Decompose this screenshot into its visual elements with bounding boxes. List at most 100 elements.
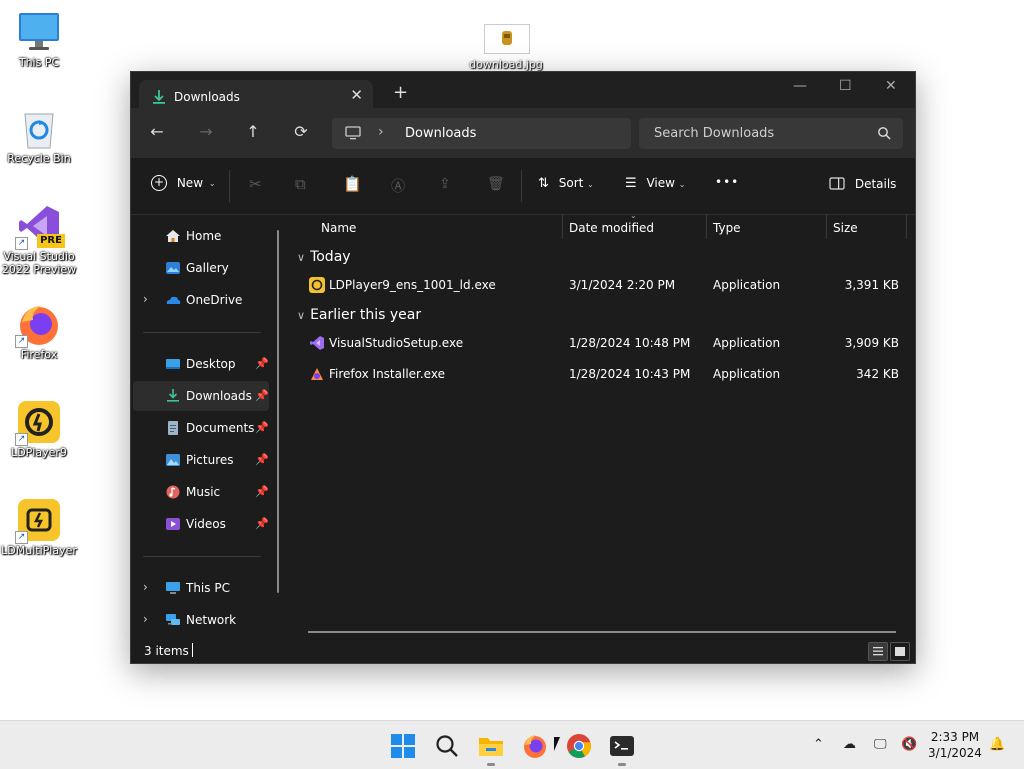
desktop-icon-firefox[interactable]: ↗ Firefox <box>1 302 77 361</box>
column-divider[interactable] <box>562 214 563 239</box>
chevron-right-icon[interactable]: › <box>143 292 148 306</box>
status-separator <box>192 643 193 657</box>
minimize-button[interactable]: — <box>793 78 807 94</box>
running-indicator <box>618 763 626 766</box>
details-view-button[interactable] <box>868 642 888 661</box>
notifications-bell-icon[interactable]: 🔔 <box>989 737 1005 752</box>
forward-button[interactable]: → <box>195 122 217 141</box>
system-clock[interactable]: 2:33 PM 3/1/2024 <box>925 729 985 761</box>
file-size: 3,391 KB <box>844 278 899 292</box>
sidebar-item-music[interactable]: Music 📌 <box>131 477 289 507</box>
new-button[interactable]: + New ⌄ <box>151 175 216 191</box>
desktop-icon-ldmultiplayer[interactable]: ↗ LDMultiPlayer <box>1 498 77 557</box>
column-divider[interactable] <box>706 214 707 239</box>
item-count: 3 items <box>144 644 189 658</box>
chrome-taskbar-button[interactable] <box>566 733 592 759</box>
shortcut-arrow-icon: ↗ <box>15 335 28 348</box>
column-header-date-modified[interactable]: Date modified <box>569 221 654 235</box>
file-explorer-taskbar-button[interactable] <box>478 733 504 759</box>
column-header-name[interactable]: Name <box>321 221 356 235</box>
table-row[interactable]: LDPlayer9_ens_1001_ld.exe 3/1/2024 2:20 … <box>289 272 915 300</box>
group-header-today[interactable]: ∨ Today <box>297 249 351 265</box>
terminal-taskbar-button[interactable] <box>609 733 635 759</box>
refresh-button[interactable]: ⟳ <box>290 122 312 141</box>
copy-icon[interactable]: ⧉ <box>295 175 306 193</box>
command-bar: + New ⌄ ✂ ⧉ 📋 Ⓐ ⇪ 🗑 ⇅ Sort ⌄ ☰ View ⌄ ••… <box>131 158 915 215</box>
navigation-pane: Home Gallery › OneDrive Desktop 📌 Downlo… <box>131 214 289 639</box>
shortcut-arrow-icon: ↗ <box>15 531 28 544</box>
view-button[interactable]: ☰ View ⌄ <box>625 176 686 191</box>
horizontal-scrollbar[interactable] <box>308 631 896 633</box>
sidebar-item-pictures[interactable]: Pictures 📌 <box>131 445 289 475</box>
pin-icon: 📌 <box>255 421 269 434</box>
desktop-icon-visual-studio[interactable]: PRE ↗ Visual Studio 2022 Preview <box>1 204 77 276</box>
sidebar-item-gallery[interactable]: Gallery <box>131 253 289 283</box>
table-row[interactable]: Firefox Installer.exe 1/28/2024 10:43 PM… <box>289 361 915 389</box>
chevron-down-icon: ⌄ <box>208 178 216 188</box>
sidebar-item-documents[interactable]: Documents 📌 <box>131 413 289 443</box>
chevron-right-icon[interactable]: › <box>143 612 148 626</box>
file-date: 1/28/2024 10:48 PM <box>569 336 691 350</box>
address-bar[interactable]: › Downloads <box>332 118 631 149</box>
clock-date: 3/1/2024 <box>928 746 982 760</box>
onedrive-offline-icon[interactable]: ☁ <box>843 737 856 752</box>
clock-time: 2:33 PM <box>930 730 980 744</box>
up-button[interactable]: ↑ <box>242 122 264 141</box>
group-header-earlier-this-year[interactable]: ∨ Earlier this year <box>297 307 421 323</box>
firefox-taskbar-button[interactable] <box>522 733 548 759</box>
breadcrumb-downloads[interactable]: Downloads <box>405 126 476 141</box>
volume-muted-icon[interactable]: 🔇 <box>901 737 917 752</box>
desktop-icon-recycle-bin[interactable]: Recycle Bin <box>1 106 77 165</box>
desktop-file-thumbnail[interactable] <box>484 24 530 54</box>
chevron-down-icon: ∨ <box>297 309 306 322</box>
download-icon <box>153 90 165 104</box>
sidebar-item-videos[interactable]: Videos 📌 <box>131 509 289 539</box>
sidebar-item-downloads[interactable]: Downloads 📌 <box>133 381 269 411</box>
firefox-installer-file-icon <box>309 366 325 382</box>
file-list: Name ⌄ Date modified Type Size ∨ Today LD… <box>289 211 915 639</box>
cut-icon[interactable]: ✂ <box>249 175 262 193</box>
sidebar-scrollbar[interactable] <box>277 230 279 593</box>
back-button[interactable]: ← <box>146 122 168 141</box>
close-window-button[interactable]: ✕ <box>885 78 897 94</box>
mouse-cursor-icon <box>554 737 560 751</box>
sort-icon: ⇅ <box>538 176 549 191</box>
share-icon[interactable]: ⇪ <box>439 176 451 192</box>
column-header-size[interactable]: Size <box>833 221 858 235</box>
chevron-right-icon[interactable]: › <box>143 580 148 594</box>
search-box[interactable]: Search Downloads <box>639 118 903 149</box>
desktop-icon-label: Firefox <box>20 348 58 361</box>
sidebar-item-desktop[interactable]: Desktop 📌 <box>131 349 289 379</box>
pictures-icon <box>166 454 180 466</box>
start-button[interactable] <box>390 733 416 759</box>
tiles-view-button[interactable] <box>890 642 910 661</box>
pin-icon: 📌 <box>255 357 269 370</box>
column-header-type[interactable]: Type <box>713 221 741 235</box>
plus-circle-icon: + <box>151 175 167 191</box>
search-taskbar-button[interactable] <box>434 733 460 759</box>
column-divider[interactable] <box>906 214 907 239</box>
sidebar-item-onedrive[interactable]: › OneDrive <box>131 285 289 315</box>
desktop-icon-this-pc[interactable]: This PC <box>1 10 77 69</box>
paste-icon[interactable]: 📋 <box>343 175 362 193</box>
file-name: Firefox Installer.exe <box>329 367 445 381</box>
rename-icon[interactable]: Ⓐ <box>391 176 405 196</box>
details-view-icon <box>873 647 883 656</box>
sidebar-item-label: OneDrive <box>186 293 243 307</box>
table-row[interactable]: VisualStudioSetup.exe 1/28/2024 10:48 PM… <box>289 330 915 358</box>
new-tab-button[interactable]: + <box>393 84 408 102</box>
delete-icon[interactable]: 🗑 <box>487 176 505 192</box>
network-status-icon[interactable]: 🖵 <box>874 737 887 752</box>
sidebar-item-home[interactable]: Home <box>131 221 289 251</box>
details-pane-button[interactable]: Details <box>829 177 896 191</box>
show-hidden-icons-button[interactable]: ⌃ <box>813 737 824 752</box>
see-more-button[interactable]: ••• <box>715 175 739 189</box>
sort-button[interactable]: ⇅ Sort ⌄ <box>538 176 594 191</box>
onedrive-icon <box>166 296 181 304</box>
sidebar-item-network[interactable]: › Network <box>131 605 289 635</box>
column-divider[interactable] <box>826 214 827 239</box>
tab-close-button[interactable]: ✕ <box>350 86 363 104</box>
desktop-icon-ldplayer9[interactable]: ↗ LDPlayer9 <box>1 400 77 459</box>
maximize-button[interactable]: ☐ <box>839 78 852 94</box>
sidebar-item-this-pc[interactable]: › This PC <box>131 573 289 603</box>
